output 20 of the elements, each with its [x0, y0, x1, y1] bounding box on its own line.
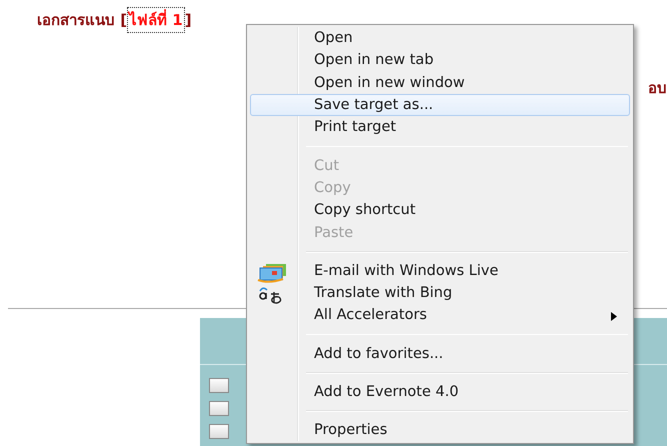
heading-text: อบ — [648, 78, 667, 98]
menu-item[interactable]: Save target as... — [250, 94, 630, 116]
menu-item[interactable]: Add to Evernote 4.0 — [250, 380, 630, 403]
menu-item[interactable]: Copy shortcut — [250, 199, 630, 222]
submenu-arrow-icon — [611, 312, 617, 322]
menu-item[interactable]: E-mail with Windows Live — [250, 260, 630, 282]
checkbox[interactable] — [209, 401, 229, 416]
checkbox[interactable] — [209, 424, 229, 439]
menu-item[interactable]: Properties — [250, 418, 630, 442]
menu-item[interactable]: Open in new tab — [250, 49, 630, 72]
menu-item[interactable]: Translate with Bing — [250, 282, 630, 304]
menu-item[interactable]: Print target — [250, 116, 630, 139]
attachments-label: เอกสารแนบ [ — [37, 10, 128, 31]
menu-item[interactable]: Add to favorites... — [250, 342, 630, 365]
menu-item[interactable]: Open in new window — [250, 72, 630, 94]
attachment-link[interactable]: ไฟล์ที่ 1 — [127, 7, 185, 33]
checkbox[interactable] — [209, 378, 229, 393]
menu-item[interactable]: All Accelerators — [250, 304, 630, 327]
bracket-text: ] — [184, 11, 192, 29]
menu-item[interactable]: Open — [250, 27, 630, 50]
